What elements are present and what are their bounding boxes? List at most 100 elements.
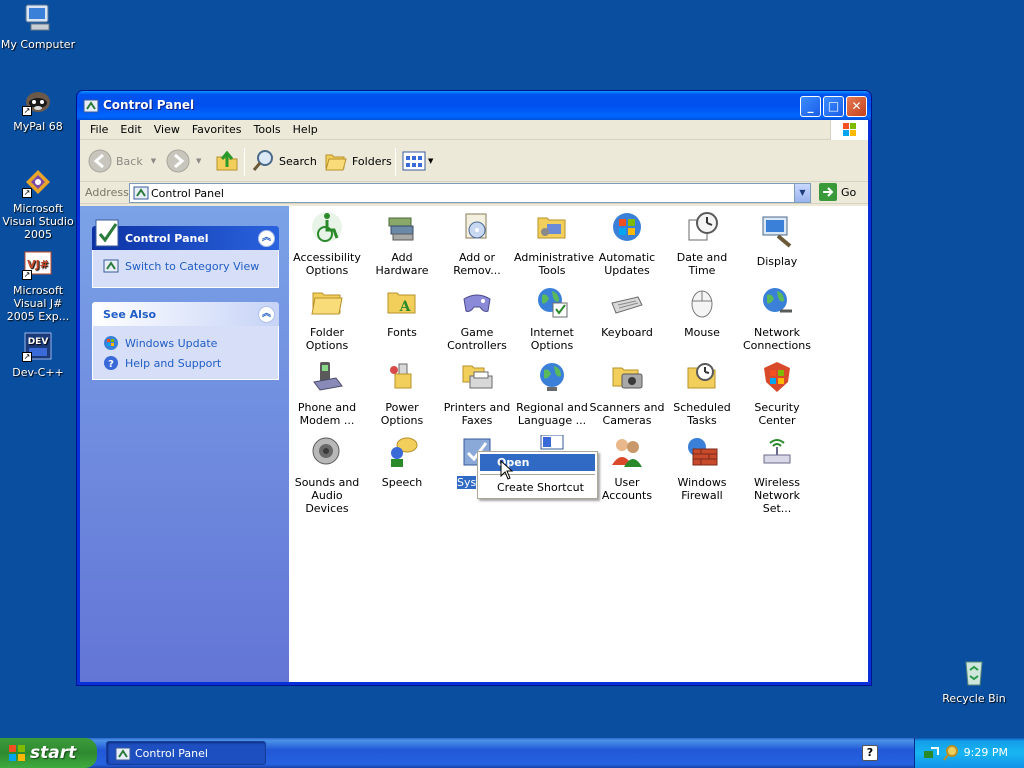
back-arrow-icon [88,149,112,173]
item-user-accounts[interactable]: User Accounts [589,435,665,502]
automatic-updates-icon [613,213,641,241]
taskbar: start Control Panel ? 9:29 PM [0,738,1024,768]
item-label: Wireless Network Set... [753,476,801,515]
toolbar-separator [395,148,396,176]
item-display[interactable]: Display [739,214,815,268]
item-add-hardware[interactable]: Add Hardware [364,210,440,277]
item-automatic-updates[interactable]: Automatic Updates [589,210,665,277]
context-menu-open[interactable]: Open [480,454,595,471]
item-label: Power Options [380,401,424,427]
folders-label: Folders [352,154,392,168]
item-internet-options[interactable]: Internet Options [514,285,590,352]
forward-arrow-icon [166,149,190,173]
help-icon[interactable]: ? [862,745,878,761]
item-speech[interactable]: Speech [364,435,440,489]
menu-tools[interactable]: Tools [248,123,287,136]
display-icon [762,216,792,248]
taskbar-button-control-panel[interactable]: Control Panel [106,741,266,765]
item-keyboard[interactable]: Keyboard [589,285,665,339]
desktop-icon-visual-jsharp[interactable]: VJ# ↗ Microsoft Visual J# 2005 Exp... [0,248,76,323]
desktop-icon-my-computer[interactable]: My Computer [0,2,76,51]
item-add-remove-programs[interactable]: Add or Remov... [439,210,515,277]
item-security-center[interactable]: Security Center [739,360,815,427]
desktop-icon-recycle-bin[interactable]: Recycle Bin [936,656,1012,705]
help-and-support-link[interactable]: ? Help and Support [103,353,268,373]
windows-update-link[interactable]: Windows Update [103,333,268,353]
views-button[interactable]: ▼ [402,150,433,172]
switch-category-view-label: Switch to Category View [125,259,260,273]
shortcut-arrow-icon: ↗ [22,106,32,116]
folder-options-icon [311,292,343,315]
menu-edit[interactable]: Edit [114,123,147,136]
search-tray-icon[interactable] [943,745,959,761]
item-scheduled-tasks[interactable]: Scheduled Tasks [664,360,740,427]
item-label: Keyboard [601,326,653,339]
item-regional-language[interactable]: Regional and Language ... [514,360,590,427]
forward-button[interactable]: ▼ [166,149,201,173]
item-mouse[interactable]: Mouse [664,285,740,339]
desktop-icon-mypal[interactable]: ↗ MyPal 68 [0,84,76,133]
go-button[interactable]: Go [819,183,856,201]
item-power-options[interactable]: Power Options [364,360,440,427]
address-dropdown-button[interactable]: ▼ [794,184,810,202]
printers-faxes-icon [462,365,493,389]
switch-category-view-link[interactable]: Switch to Category View [103,256,268,276]
see-also-header[interactable]: See Also ︽ [92,302,279,326]
item-phone-modem[interactable]: Phone and Modem ... [289,360,365,427]
item-accessibility-options[interactable]: Accessibility Options [289,210,365,277]
svg-text:?: ? [108,359,114,370]
item-wireless-network[interactable]: Wireless Network Set... [739,435,815,515]
item-label: Add or Remov... [453,251,501,277]
back-button[interactable]: Back ▼ [88,149,156,173]
date-time-icon [688,212,718,241]
item-network-connections[interactable]: Network Connections [739,285,815,352]
search-icon [252,150,273,171]
see-also-title: See Also [103,308,157,321]
item-label: Phone and Modem ... [297,401,357,427]
item-administrative-tools[interactable]: Administrative Tools [514,210,594,277]
item-windows-firewall[interactable]: Windows Firewall [664,435,740,502]
taskbar-button-label: Control Panel [135,746,208,760]
item-folder-options[interactable]: Folder Options [289,285,365,352]
item-label: Security Center [754,401,800,427]
task-box-header[interactable]: Control Panel ︽ [92,219,279,250]
item-label: Regional and Language ... [516,401,588,427]
control-panel-window: Control Panel _ □ ✕ File Edit View Favor… [76,90,872,686]
item-date-time[interactable]: Date and Time [664,210,740,277]
mouse-icon [691,290,713,318]
window-title: Control Panel [103,98,195,112]
search-label: Search [279,154,317,168]
start-button[interactable]: start [0,738,97,768]
desktop-icon-devcpp[interactable]: DEV ↗ Dev-C++ [0,330,76,379]
item-label: Date and Time [676,251,728,277]
minimize-button[interactable]: _ [800,96,821,117]
collapse-icon[interactable]: ︽ [258,306,275,323]
up-folder-button[interactable] [215,149,239,173]
menu-favorites[interactable]: Favorites [186,123,248,136]
address-input[interactable]: Control Panel ▼ [129,183,811,203]
item-game-controllers[interactable]: Game Controllers [439,285,515,352]
accessibility-icon [312,212,342,242]
context-menu-create-shortcut[interactable]: Create Shortcut [480,479,595,496]
collapse-icon[interactable]: ︽ [258,230,275,247]
item-fonts[interactable]: A Fonts [364,285,440,339]
menu-help[interactable]: Help [287,123,324,136]
item-printers-faxes[interactable]: Printers and Faxes [439,360,515,427]
network-tray-icon[interactable] [923,745,939,761]
chevron-down-icon: ▼ [428,157,434,165]
folders-button[interactable]: Folders [324,149,392,173]
item-label: Game Controllers [447,326,507,352]
close-button[interactable]: ✕ [846,96,867,117]
item-scanners-cameras[interactable]: Scanners and Cameras [589,360,665,427]
help-icon: ? [104,356,118,370]
speech-icon [391,437,418,467]
item-sounds-audio[interactable]: Sounds and Audio Devices [289,435,365,515]
menu-file[interactable]: File [84,123,114,136]
menu-view[interactable]: View [148,123,186,136]
maximize-button[interactable]: □ [823,96,844,117]
search-button[interactable]: Search [251,149,317,173]
mouse-cursor-icon [500,460,514,480]
title-bar[interactable]: Control Panel _ □ ✕ [77,91,871,120]
desktop-icon-visual-studio[interactable]: ↗ Microsoft Visual Studio 2005 [0,166,76,241]
clock[interactable]: 9:29 PM [964,746,1008,759]
